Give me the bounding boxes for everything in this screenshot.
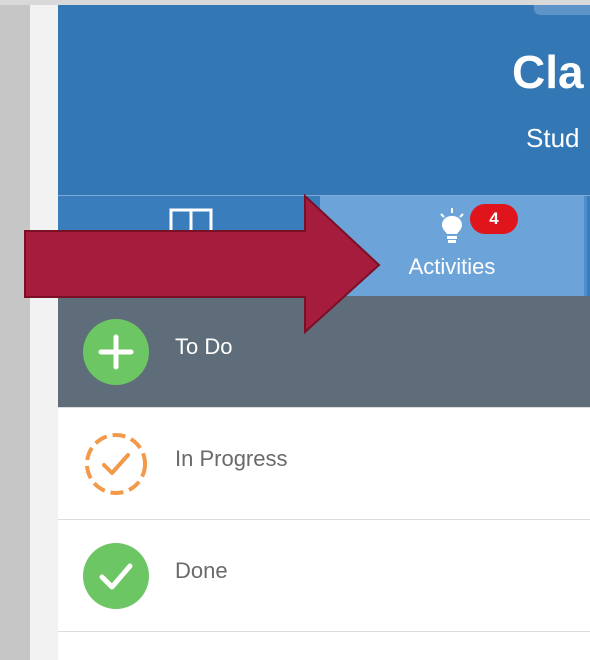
- done-check-icon: [83, 543, 149, 609]
- status-label: To Do: [175, 334, 233, 359]
- status-row-in-progress[interactable]: In Progress: [58, 407, 590, 519]
- class-subtitle: Stud: [526, 123, 580, 153]
- status-label: In Progress: [175, 446, 288, 471]
- header-pill: [534, 5, 590, 15]
- in-progress-check-icon: [85, 433, 147, 495]
- class-title: Cla: [512, 46, 584, 98]
- notification-badge: 4: [470, 204, 518, 234]
- status-label: Done: [175, 558, 228, 583]
- tab-divider: [584, 196, 587, 296]
- class-header: Cla Stud: [58, 5, 590, 196]
- lightbulb-icon: [440, 208, 464, 243]
- annotation-arrow: [24, 194, 381, 334]
- status-row-done[interactable]: Done: [58, 519, 590, 632]
